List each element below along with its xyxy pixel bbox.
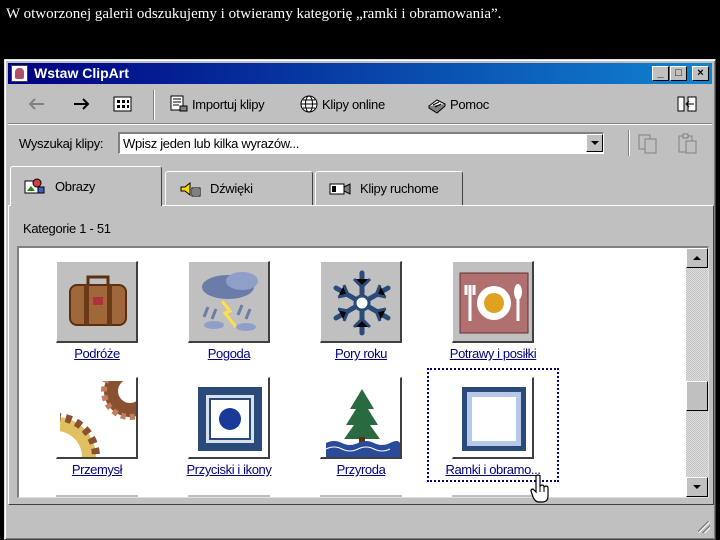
slide-caption: W otworzonej galerii odszukujemy i otwie… bbox=[6, 6, 502, 22]
category-pory-roku[interactable]: Pory roku bbox=[296, 253, 426, 365]
toolbar-divider bbox=[8, 123, 712, 125]
search-input-value: Wpisz jeden lub kilka wyrazów... bbox=[123, 136, 300, 151]
scroll-up-button[interactable] bbox=[686, 248, 708, 268]
category-row-partial bbox=[452, 494, 534, 497]
clips-online-label: Klipy online bbox=[322, 96, 385, 112]
categories-grid: Podróże Pogoda Pory roku Potrawy i posił… bbox=[17, 246, 709, 498]
view-button[interactable] bbox=[112, 92, 136, 116]
gears-icon bbox=[56, 377, 138, 459]
help-book-icon bbox=[426, 94, 448, 114]
motion-clips-icon bbox=[328, 179, 352, 199]
category-potrawy[interactable]: Potrawy i posiłki bbox=[428, 253, 558, 365]
maximize-button[interactable]: □ bbox=[670, 66, 687, 81]
category-label: Potrawy i posiłki bbox=[449, 346, 537, 361]
search-dropdown-button[interactable] bbox=[586, 134, 603, 152]
forward-button[interactable] bbox=[70, 92, 94, 116]
plate-cutlery-icon bbox=[452, 261, 534, 343]
scroll-down-button[interactable] bbox=[686, 477, 708, 497]
back-arrow-icon bbox=[26, 94, 48, 114]
clipart-app-icon bbox=[11, 65, 28, 82]
hand-cursor-icon bbox=[530, 474, 550, 504]
storm-cloud-icon bbox=[188, 261, 270, 343]
category-tabs: Obrazy Dźwięki Klipy ruchome bbox=[8, 166, 712, 206]
category-label: Podróże bbox=[74, 346, 120, 361]
category-label: Pory roku bbox=[334, 346, 388, 361]
category-label: Przyciski i ikony bbox=[186, 462, 272, 477]
paste-icon bbox=[678, 133, 697, 154]
copy-icon bbox=[638, 134, 657, 154]
category-ramki[interactable]: Ramki i obramo... bbox=[427, 368, 559, 482]
minimize-button[interactable]: _ bbox=[652, 66, 669, 81]
status-bar bbox=[8, 513, 712, 535]
pictures-panel: Kategorie 1 - 51 Podróże Pogoda Pory rok… bbox=[8, 205, 714, 505]
tab-pictures[interactable]: Obrazy bbox=[10, 166, 162, 206]
tab-sounds[interactable]: Dźwięki bbox=[165, 171, 313, 205]
category-row-partial bbox=[320, 494, 402, 497]
button-icon bbox=[188, 377, 270, 459]
forward-arrow-icon bbox=[70, 94, 92, 114]
pictures-icon bbox=[23, 177, 47, 197]
resize-grip-icon[interactable] bbox=[698, 521, 710, 533]
back-button[interactable] bbox=[26, 92, 50, 116]
search-label: Wyszukaj klipy: bbox=[19, 136, 104, 151]
change-pane-button[interactable] bbox=[676, 92, 700, 116]
import-clips-label: Importuj klipy bbox=[192, 96, 265, 112]
close-button[interactable]: × bbox=[692, 66, 709, 81]
toolbar: Importuj klipy Klipy online Pomoc bbox=[8, 86, 712, 122]
clips-online-button[interactable]: Klipy online bbox=[298, 92, 385, 116]
copy-button[interactable] bbox=[636, 132, 660, 156]
snowflake-icon bbox=[320, 261, 402, 343]
clipart-window: Wstaw ClipArt _ □ × Importuj klipy Klipy… bbox=[4, 59, 716, 540]
paste-button[interactable] bbox=[676, 132, 700, 156]
import-clips-button[interactable]: Importuj klipy bbox=[168, 92, 265, 116]
globe-icon bbox=[298, 94, 320, 114]
frame-icon bbox=[452, 377, 534, 459]
toolbar-separator bbox=[153, 90, 155, 120]
title-bar[interactable]: Wstaw ClipArt _ □ × bbox=[8, 63, 712, 84]
category-label: Pogoda bbox=[207, 346, 251, 361]
categories-count: Kategorie 1 - 51 bbox=[23, 221, 111, 236]
suitcase-icon bbox=[56, 261, 138, 343]
category-label: Przemysł bbox=[71, 462, 123, 477]
tab-pictures-label: Obrazy bbox=[55, 179, 96, 194]
vertical-scrollbar[interactable] bbox=[686, 248, 708, 497]
search-row: Wyszukaj klipy: Wpisz jeden lub kilka wy… bbox=[8, 126, 712, 160]
category-row-partial bbox=[188, 494, 270, 497]
import-icon bbox=[168, 94, 190, 114]
scroll-thumb[interactable] bbox=[686, 381, 708, 411]
help-label: Pomoc bbox=[450, 96, 489, 112]
search-input[interactable]: Wpisz jeden lub kilka wyrazów... bbox=[118, 132, 604, 154]
help-button[interactable]: Pomoc bbox=[426, 92, 489, 116]
window-title: Wstaw ClipArt bbox=[34, 65, 129, 81]
search-separator bbox=[628, 130, 630, 156]
tree-water-icon bbox=[320, 377, 402, 459]
tab-motion-clips[interactable]: Klipy ruchome bbox=[315, 171, 463, 205]
category-row-partial bbox=[56, 494, 138, 497]
view-grid-icon bbox=[112, 94, 134, 114]
category-przemysl[interactable]: Przemysł bbox=[32, 369, 162, 481]
category-przyroda[interactable]: Przyroda bbox=[296, 369, 426, 481]
category-label: Przyroda bbox=[336, 462, 386, 477]
change-pane-icon bbox=[676, 94, 698, 114]
category-podroze[interactable]: Podróże bbox=[32, 253, 162, 365]
sounds-icon bbox=[178, 179, 202, 199]
tab-sounds-label: Dźwięki bbox=[210, 181, 253, 196]
category-przyciski[interactable]: Przyciski i ikony bbox=[164, 369, 294, 481]
category-pogoda[interactable]: Pogoda bbox=[164, 253, 294, 365]
tab-motion-clips-label: Klipy ruchome bbox=[360, 181, 439, 196]
